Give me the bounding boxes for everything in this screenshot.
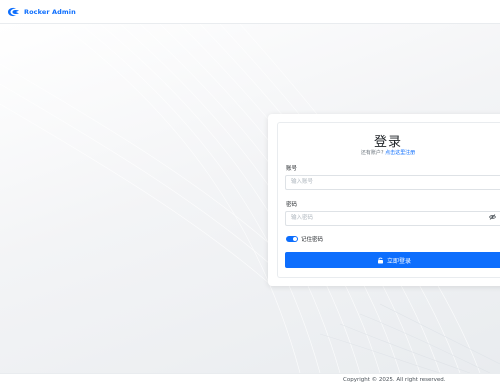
top-header: Rocker Admin xyxy=(0,0,500,24)
login-submit-button[interactable]: 立即登录 xyxy=(285,252,500,268)
brand-name[interactable]: Rocker Admin xyxy=(24,8,76,16)
password-placeholder: 输入密码 xyxy=(291,215,314,221)
account-input[interactable]: 输入账号 xyxy=(285,175,500,190)
register-link[interactable]: 点击这里注册 xyxy=(385,150,415,156)
login-submit-label: 立即登录 xyxy=(387,257,412,265)
account-label: 账号 xyxy=(286,166,298,172)
password-input[interactable]: 输入密码 xyxy=(285,211,500,226)
remember-password-toggle[interactable] xyxy=(286,236,298,242)
password-label: 密码 xyxy=(286,202,298,208)
login-title: 登录 xyxy=(373,135,402,150)
copyright-text: Copyright © 2025. All right reserved. xyxy=(343,377,446,383)
lock-icon xyxy=(378,257,383,263)
register-prompt: 还有账户? 点击这里注册 xyxy=(268,149,500,156)
page-footer: Copyright © 2025. All right reserved. xyxy=(0,373,500,388)
remember-password-label: 记住密码 xyxy=(301,237,324,243)
rocker-logo-icon[interactable] xyxy=(6,6,21,18)
eye-icon[interactable] xyxy=(489,214,496,220)
register-prompt-text: 还有账户? xyxy=(360,150,384,156)
